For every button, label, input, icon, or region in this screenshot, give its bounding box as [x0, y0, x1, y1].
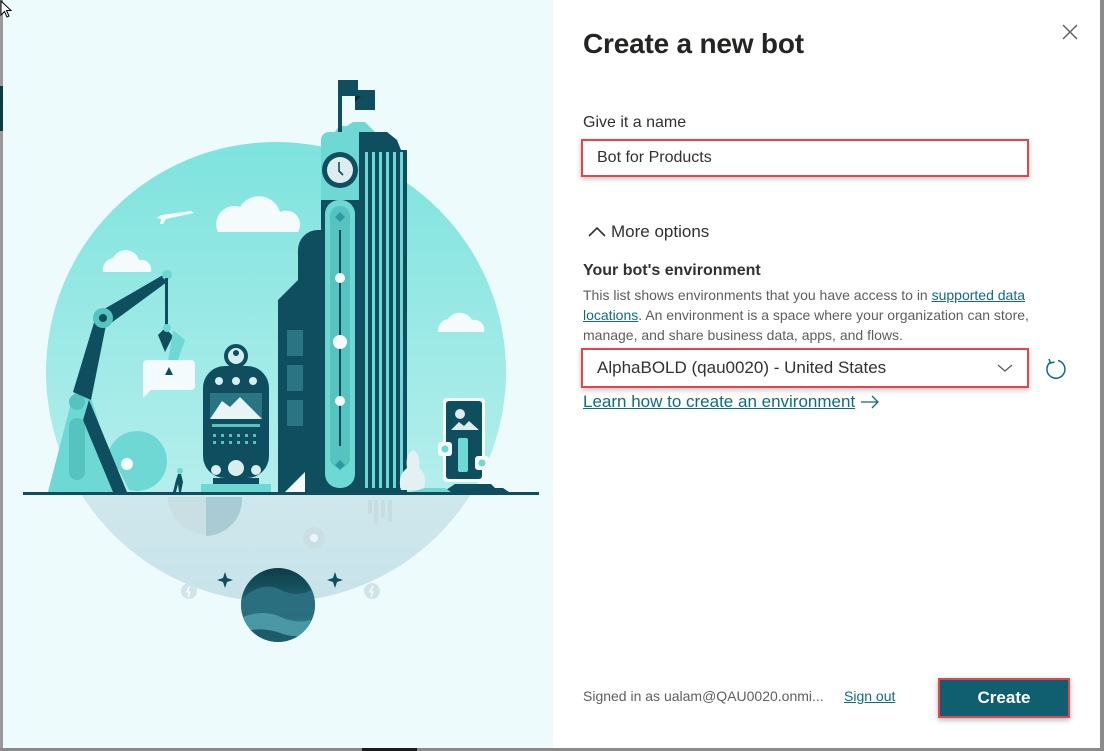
bot-name-field-container	[581, 139, 1029, 177]
bot-name-input[interactable]	[583, 141, 1027, 175]
create-button[interactable]: Create	[938, 678, 1070, 718]
chevron-down-icon	[997, 364, 1013, 372]
environment-description: This list shows environments that you ha…	[583, 285, 1033, 345]
environment-dropdown[interactable]: AlphaBOLD (qau0020) - United States	[581, 348, 1029, 388]
learn-create-environment-link[interactable]: Learn how to create an environment	[583, 392, 881, 412]
environment-desc-text-2: . An environment is a space where your o…	[583, 307, 1029, 343]
refresh-environments-button[interactable]	[1043, 356, 1069, 382]
more-options-label: More options	[611, 222, 710, 241]
mouse-cursor-icon	[0, 0, 13, 18]
environment-desc-text-1: This list shows environments that you ha…	[583, 287, 932, 303]
signed-in-text: Signed in as ualam@QAU0020.onmi...	[583, 688, 824, 704]
dialog-title: Create a new bot	[583, 28, 804, 59]
environment-heading: Your bot's environment	[583, 262, 761, 279]
chevron-up-icon	[588, 226, 606, 237]
create-bot-dialog: Create a new bot Give it a name More opt…	[3, 0, 1100, 748]
illustration-pane	[3, 0, 553, 748]
refresh-icon	[1046, 358, 1066, 380]
sign-out-link[interactable]: Sign out	[844, 688, 895, 704]
ground-line	[23, 492, 539, 495]
close-icon	[1062, 24, 1078, 40]
environment-selected-value: AlphaBOLD (qau0020) - United States	[597, 358, 887, 377]
form-pane: Create a new bot Give it a name More opt…	[553, 0, 1100, 748]
city-illustration	[23, 80, 539, 642]
arrow-right-icon	[861, 395, 880, 409]
more-options-toggle[interactable]: More options	[587, 222, 709, 242]
learn-link-label: Learn how to create an environment	[583, 392, 856, 411]
clock-tower	[321, 80, 407, 492]
close-button[interactable]	[1058, 20, 1082, 44]
bot-name-label: Give it a name	[583, 114, 687, 131]
phone-device	[438, 398, 489, 482]
